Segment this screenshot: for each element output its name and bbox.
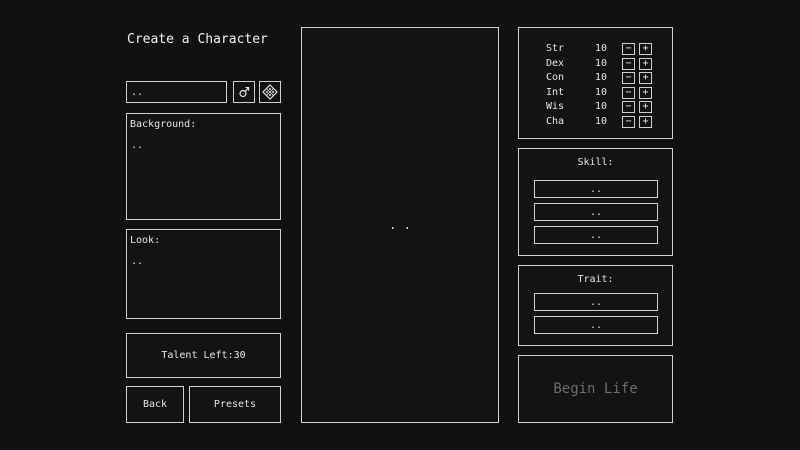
character-preview: . .	[301, 27, 499, 423]
male-symbol-icon	[239, 87, 250, 98]
begin-life-button[interactable]: Begin Life	[518, 355, 673, 423]
str-decrease-button[interactable]: −	[622, 43, 635, 55]
stat-name: Str	[546, 43, 565, 54]
background-textarea[interactable]: Background: ..	[126, 113, 281, 220]
dex-increase-button[interactable]: +	[639, 58, 652, 70]
slot-text: ..	[589, 206, 603, 218]
presets-button[interactable]: Presets	[189, 386, 281, 423]
stat-row-str: Str 10 − +	[519, 43, 672, 57]
stat-row-cha: Cha 10 − +	[519, 116, 672, 130]
background-text: ..	[131, 140, 144, 151]
background-label: Background:	[130, 119, 197, 130]
preview-placeholder: . .	[389, 218, 411, 232]
gender-button[interactable]	[233, 81, 255, 103]
stat-row-int: Int 10 − +	[519, 87, 672, 101]
stats-panel: Str 10 − + Dex 10 − + Con 10 − + Int 10 …	[518, 27, 673, 139]
page-title: Create a Character	[127, 32, 268, 47]
name-input[interactable]	[126, 81, 227, 103]
talent-left-label: Talent Left:30	[161, 350, 246, 361]
stat-name: Wis	[546, 101, 565, 112]
randomize-button[interactable]	[259, 81, 281, 103]
wis-decrease-button[interactable]: −	[622, 101, 635, 113]
stat-name: Int	[546, 87, 565, 98]
int-increase-button[interactable]: +	[639, 87, 652, 99]
stat-value: 10	[595, 72, 608, 83]
begin-life-label: Begin Life	[553, 381, 638, 397]
cha-increase-button[interactable]: +	[639, 116, 652, 128]
dice-icon	[262, 84, 278, 100]
con-decrease-button[interactable]: −	[622, 72, 635, 84]
trait-slot-2[interactable]: ..	[534, 316, 658, 334]
cha-decrease-button[interactable]: −	[622, 116, 635, 128]
presets-label: Presets	[213, 399, 257, 410]
int-decrease-button[interactable]: −	[622, 87, 635, 99]
stat-value: 10	[595, 116, 608, 127]
trait-slot-1[interactable]: ..	[534, 293, 658, 311]
skill-panel: Skill: .. .. ..	[518, 148, 673, 256]
slot-text: ..	[589, 183, 603, 195]
slot-text: ..	[589, 296, 603, 308]
skill-heading: Skill:	[577, 157, 614, 168]
stat-value: 10	[595, 87, 608, 98]
con-increase-button[interactable]: +	[639, 72, 652, 84]
stat-row-con: Con 10 − +	[519, 72, 672, 86]
wis-increase-button[interactable]: +	[639, 101, 652, 113]
trait-panel: Trait: .. ..	[518, 265, 673, 346]
look-text: ..	[131, 256, 144, 267]
trait-heading: Trait:	[577, 274, 614, 285]
str-increase-button[interactable]: +	[639, 43, 652, 55]
back-button[interactable]: Back	[126, 386, 184, 423]
slot-text: ..	[589, 319, 603, 331]
stat-value: 10	[595, 58, 608, 69]
stat-name: Con	[546, 72, 565, 83]
slot-text: ..	[589, 229, 603, 241]
stat-value: 10	[595, 101, 608, 112]
stat-row-dex: Dex 10 − +	[519, 58, 672, 72]
skill-slot-1[interactable]: ..	[534, 180, 658, 198]
look-label: Look:	[130, 235, 161, 246]
back-label: Back	[142, 399, 168, 410]
talent-panel: Talent Left:30	[126, 333, 281, 378]
look-textarea[interactable]: Look: ..	[126, 229, 281, 319]
stat-name: Cha	[546, 116, 565, 127]
stat-row-wis: Wis 10 − +	[519, 101, 672, 115]
stat-value: 10	[595, 43, 608, 54]
dex-decrease-button[interactable]: −	[622, 58, 635, 70]
skill-slot-3[interactable]: ..	[534, 226, 658, 244]
stat-name: Dex	[546, 58, 565, 69]
skill-slot-2[interactable]: ..	[534, 203, 658, 221]
